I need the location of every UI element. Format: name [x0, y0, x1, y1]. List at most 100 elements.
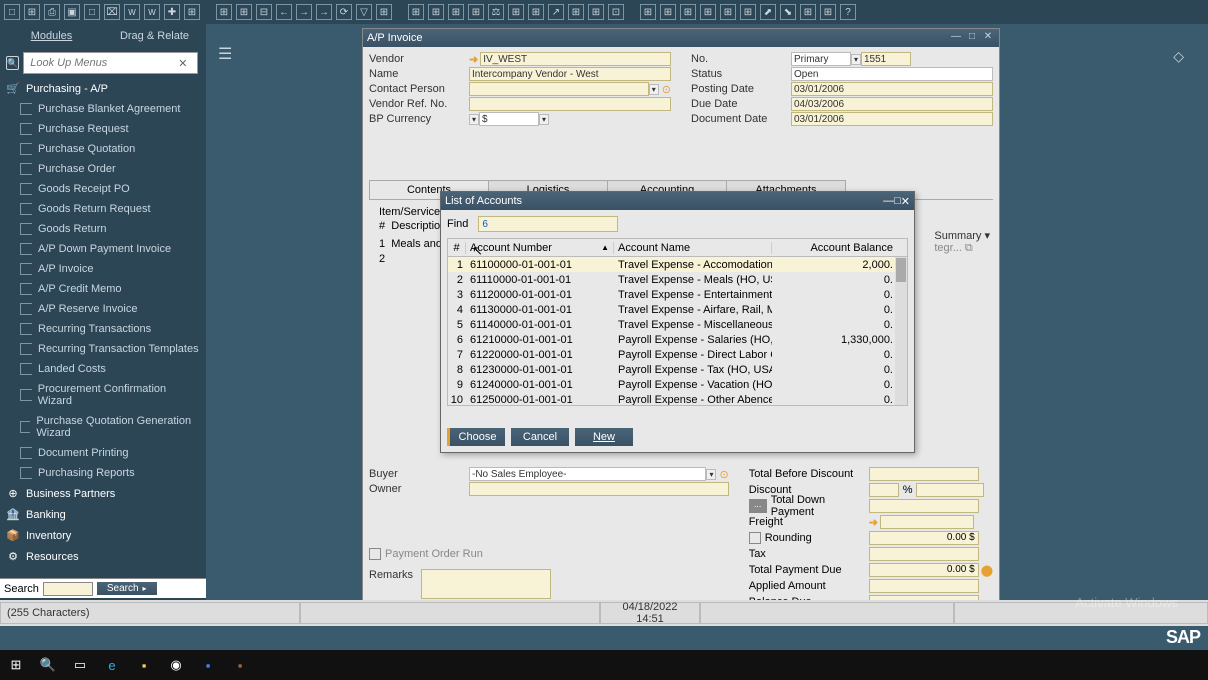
toolbar-icon[interactable]: ⊞	[376, 4, 392, 20]
name-input[interactable]: Intercompany Vendor - West	[469, 67, 671, 81]
sidebar-item[interactable]: A/P Reserve Invoice	[0, 299, 206, 319]
scroll-thumb[interactable]	[896, 258, 906, 282]
maximize-icon[interactable]: □	[894, 195, 901, 207]
sidebar-item[interactable]: A/P Invoice	[0, 259, 206, 279]
hamburger-icon[interactable]: ☰	[218, 44, 232, 64]
app-icon[interactable]: ▪	[198, 655, 218, 675]
account-row[interactable]: 961240000-01-001-01Payroll Expense - Vac…	[448, 377, 907, 392]
account-row[interactable]: 861230000-01-001-01Payroll Expense - Tax…	[448, 362, 907, 377]
summary-type-label[interactable]: Summary ▾tegr... ⧉	[934, 229, 990, 255]
clear-search-icon[interactable]: ✕	[178, 57, 187, 70]
sidebar-item[interactable]: Purchasing Reports	[0, 463, 206, 483]
toolbar-icon[interactable]: ⊞	[408, 4, 424, 20]
dialog-titlebar[interactable]: List of Accounts — □ ✕	[441, 192, 914, 210]
toolbar-icon[interactable]: ⊞	[568, 4, 584, 20]
sidebar-item[interactable]: Purchase Quotation Generation Wizard	[0, 411, 206, 443]
contact-input[interactable]	[469, 82, 649, 96]
sidebar-item[interactable]: Landed Costs	[0, 359, 206, 379]
sidebar-item[interactable]: Purchase Blanket Agreement	[0, 99, 206, 119]
vendor-input[interactable]: IV_WEST	[480, 52, 671, 66]
buyer-input[interactable]: -No Sales Employee-	[469, 467, 706, 481]
sidebar-item[interactable]: Recurring Transaction Templates	[0, 339, 206, 359]
dropdown-icon[interactable]: ▾	[706, 469, 716, 480]
toolbar-icon[interactable]: ⊞	[820, 4, 836, 20]
due-input[interactable]: 04/03/2006	[791, 97, 993, 111]
start-button[interactable]: ⊞	[6, 655, 26, 675]
close-icon[interactable]: ✕	[981, 31, 995, 45]
sidebar-group[interactable]: 🏦Banking	[0, 504, 206, 525]
toolbar-icon[interactable]: W	[144, 4, 160, 20]
toolbar-icon[interactable]: ⊞	[24, 4, 40, 20]
search-icon[interactable]: 🔍	[38, 655, 58, 675]
info-icon[interactable]: ⊙	[719, 468, 728, 481]
toolbar-icon[interactable]: ⚖	[488, 4, 504, 20]
payment-order-checkbox[interactable]	[369, 548, 381, 560]
sidebar-item[interactable]: Purchase Request	[0, 119, 206, 139]
toolbar-help-icon[interactable]: ?	[840, 4, 856, 20]
posting-input[interactable]: 03/01/2006	[791, 82, 993, 96]
close-icon[interactable]: ✕	[901, 195, 910, 208]
info-icon[interactable]: ⊙	[662, 83, 671, 96]
currency-input[interactable]: $	[479, 112, 539, 126]
sidebar-item[interactable]: Goods Receipt PO	[0, 179, 206, 199]
explorer-icon[interactable]: ▪	[134, 655, 154, 675]
toolbar-icon[interactable]: ⊞	[528, 4, 544, 20]
sidebar-item[interactable]: A/P Credit Memo	[0, 279, 206, 299]
link-arrow-icon[interactable]: ➜	[469, 53, 478, 66]
sidebar-tab-modules[interactable]: Modules	[0, 24, 103, 48]
account-row[interactable]: 761220000-01-001-01Payroll Expense - Dir…	[448, 347, 907, 362]
sidebar-item[interactable]: Purchase Order	[0, 159, 206, 179]
sidebar-item[interactable]: Recurring Transactions	[0, 319, 206, 339]
search-icon[interactable]: 🔍	[6, 56, 19, 70]
lookup-menus-input[interactable]	[23, 52, 198, 74]
toolbar-icon[interactable]: ⊞	[740, 4, 756, 20]
down-payment-button[interactable]: ...	[749, 499, 767, 513]
toolbar-icon[interactable]: ⊞	[184, 4, 200, 20]
account-row[interactable]: 1061250000-01-001-01Payroll Expense - Ot…	[448, 392, 907, 405]
toolbar-icon[interactable]: ⎙	[44, 4, 60, 20]
account-row[interactable]: 261110000-01-001-01Travel Expense - Meal…	[448, 272, 907, 287]
task-view-icon[interactable]: ▭	[70, 655, 90, 675]
ie-icon[interactable]: e	[102, 655, 122, 675]
favorite-icon[interactable]: ◇	[1173, 48, 1184, 65]
sidebar-group[interactable]: ⊕Business Partners	[0, 483, 206, 504]
toolbar-icon[interactable]: W	[124, 4, 140, 20]
toolbar-icon[interactable]: □	[84, 4, 100, 20]
doc-input[interactable]: 03/01/2006	[791, 112, 993, 126]
col-account-name-header[interactable]: Account Name	[614, 242, 772, 254]
toolbar-icon[interactable]: ▣	[64, 4, 80, 20]
toolbar-icon[interactable]: ⊞	[428, 4, 444, 20]
toolbar-icon[interactable]: ⊟	[256, 4, 272, 20]
sidebar-tab-drag-relate[interactable]: Drag & Relate	[103, 24, 206, 48]
toolbar-icon[interactable]: ⊞	[448, 4, 464, 20]
toolbar-icon[interactable]: ⬈	[760, 4, 776, 20]
dropdown-icon[interactable]: ▾	[469, 114, 479, 125]
rounding-checkbox[interactable]	[749, 532, 761, 544]
maximize-icon[interactable]: □	[965, 31, 979, 45]
toolbar-icon[interactable]: ⌧	[104, 4, 120, 20]
account-row[interactable]: 461130000-01-001-01Travel Expense - Airf…	[448, 302, 907, 317]
sidebar-group[interactable]: ⚙Resources	[0, 546, 206, 567]
toolbar-icon[interactable]: ⊞	[800, 4, 816, 20]
link-arrow-icon[interactable]: ➜	[869, 516, 878, 529]
app-icon[interactable]: ▪	[230, 655, 250, 675]
toolbar-icon[interactable]: ⊞	[700, 4, 716, 20]
col-num-header[interactable]: #	[448, 242, 466, 254]
new-button[interactable]: New	[575, 428, 633, 446]
toolbar-icon[interactable]: →	[316, 4, 332, 20]
find-input[interactable]	[478, 216, 618, 232]
account-row[interactable]: 661210000-01-001-01Payroll Expense - Sal…	[448, 332, 907, 347]
col-account-number-header[interactable]: Account Number▲	[466, 242, 614, 254]
toolbar-icon[interactable]: ⊞	[588, 4, 604, 20]
toolbar-nav-fwd-icon[interactable]: →	[296, 4, 312, 20]
toolbar-icon[interactable]: ↗	[548, 4, 564, 20]
sidebar-item[interactable]: Procurement Confirmation Wizard	[0, 379, 206, 411]
toolbar-icon[interactable]: ⊞	[640, 4, 656, 20]
scrollbar[interactable]	[895, 257, 907, 405]
toolbar-icon[interactable]: □	[4, 4, 20, 20]
sidebar-item[interactable]: Purchase Quotation	[0, 139, 206, 159]
ref-input[interactable]	[469, 97, 671, 111]
minimize-icon[interactable]: —	[949, 31, 963, 45]
search-button[interactable]: Search ▸	[97, 582, 157, 595]
account-row[interactable]: 361120000-01-001-01Travel Expense - Ente…	[448, 287, 907, 302]
